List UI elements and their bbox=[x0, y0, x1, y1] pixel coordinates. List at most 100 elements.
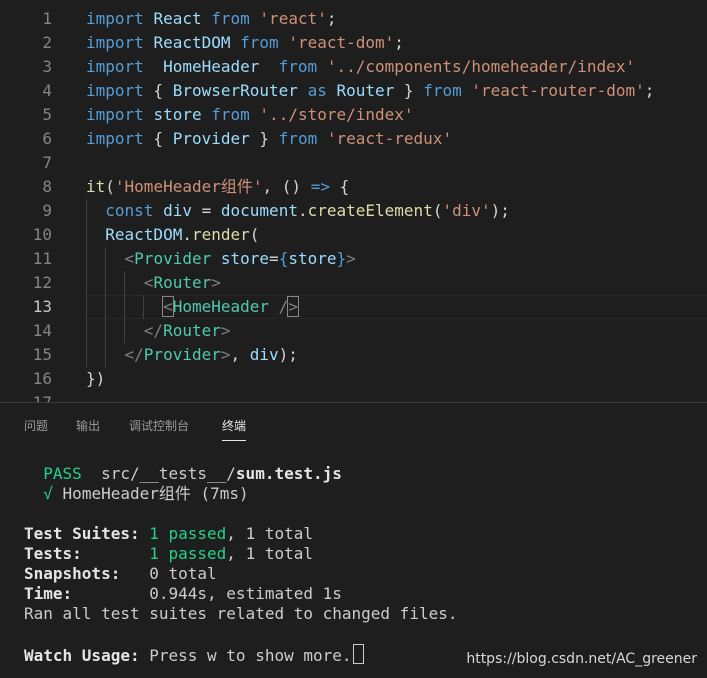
code-text: <Router> bbox=[86, 274, 221, 292]
code-token: render bbox=[191, 225, 250, 244]
code-token: 'react' bbox=[259, 9, 327, 28]
code-editor[interactable]: 1 import React from 'react'; 2 import React… bbox=[0, 0, 707, 402]
pass-badge: PASS bbox=[43, 464, 82, 483]
code-token: = bbox=[269, 249, 279, 268]
terminal-pass-line: PASS src/__tests__/sum.test.js bbox=[24, 464, 342, 484]
code-line[interactable]: 12 <Router> bbox=[0, 271, 707, 295]
code-text: <HomeHeader /> bbox=[86, 296, 299, 317]
suites-label: Test Suites: bbox=[24, 524, 140, 543]
line-number: 16 bbox=[32, 369, 52, 388]
code-token: div bbox=[249, 345, 279, 364]
code-text: </Router> bbox=[86, 322, 231, 340]
code-text: const div = document.createElement('div'… bbox=[86, 202, 510, 220]
indent-guide bbox=[143, 295, 144, 319]
code-token: as bbox=[307, 81, 327, 100]
code-line[interactable]: 2 import ReactDOM from 'react-dom'; bbox=[0, 31, 707, 55]
code-token: Router bbox=[336, 81, 395, 100]
tab-output[interactable]: 输出 bbox=[76, 417, 100, 434]
code-text: import ReactDOM from 'react-dom'; bbox=[86, 34, 404, 52]
terminal-snapshots-line: Snapshots: 0 total bbox=[24, 564, 217, 584]
code-text: </Provider>, div); bbox=[86, 346, 298, 364]
code-token: > bbox=[287, 296, 299, 317]
terminal-test-line: √ HomeHeader组件 (7ms) bbox=[24, 484, 248, 504]
tests-passed: 1 passed bbox=[149, 544, 227, 563]
code-line[interactable]: 16}) bbox=[0, 367, 707, 391]
line-number: 2 bbox=[42, 33, 52, 52]
code-token: from bbox=[240, 33, 279, 52]
code-text: <Provider store={store}> bbox=[86, 250, 356, 268]
code-token: import bbox=[86, 33, 144, 52]
tab-terminal[interactable]: 终端 bbox=[222, 417, 247, 441]
code-token: ; bbox=[326, 9, 337, 28]
code-token: BrowserRouter bbox=[172, 81, 298, 100]
code-line[interactable]: 11 <Provider store={store}> bbox=[0, 247, 707, 271]
terminal-tests-line: Tests: 1 passed, 1 total bbox=[24, 544, 313, 564]
tab-debug-console[interactable]: 调试控制台 bbox=[129, 417, 189, 434]
terminal-watch-line: Watch Usage: Press w to show more. bbox=[24, 644, 364, 666]
line-number: 9 bbox=[42, 201, 52, 220]
terminal-time-line: Time: 0.944s, estimated 1s bbox=[24, 584, 342, 604]
code-text: import { Provider } from 'react-redux' bbox=[86, 130, 452, 148]
code-line[interactable]: 13 <HomeHeader /> bbox=[0, 295, 707, 319]
code-line[interactable]: 14 </Router> bbox=[0, 319, 707, 343]
code-token: HomeHeader bbox=[163, 57, 260, 76]
time-value: 0.944s, estimated 1s bbox=[149, 584, 342, 603]
line-number: 4 bbox=[42, 81, 52, 100]
code-text: import HomeHeader from '../components/ho… bbox=[86, 58, 635, 76]
code-token: ; bbox=[644, 81, 655, 100]
suites-passed: 1 passed bbox=[149, 524, 227, 543]
code-token: from bbox=[278, 57, 318, 76]
code-token: => bbox=[310, 177, 330, 196]
code-line[interactable]: 8 it('HomeHeader组件', () => { bbox=[0, 175, 707, 199]
indent-guide bbox=[86, 199, 87, 367]
code-line[interactable]: 10 ReactDOM.render( bbox=[0, 223, 707, 247]
line-number: 10 bbox=[32, 225, 52, 244]
indent-guide bbox=[124, 271, 125, 343]
code-token: document bbox=[220, 201, 298, 220]
code-token: const bbox=[105, 201, 154, 220]
code-token: } bbox=[336, 249, 347, 268]
terminal-suites-line: Test Suites: 1 passed, 1 total bbox=[24, 524, 313, 544]
suites-total: , 1 total bbox=[226, 524, 313, 543]
code-text: ReactDOM.render( bbox=[86, 226, 259, 244]
code-line[interactable]: 17 bbox=[0, 391, 707, 403]
code-token: > bbox=[220, 321, 231, 340]
code-line[interactable]: 4 import { BrowserRouter as Router } from… bbox=[0, 79, 707, 103]
line-number: 12 bbox=[32, 273, 52, 292]
code-token: 'react-router-dom' bbox=[471, 81, 645, 100]
code-token: it bbox=[86, 177, 106, 196]
code-token: store bbox=[153, 105, 202, 124]
code-token: 'react-dom' bbox=[288, 33, 395, 52]
code-token: React bbox=[153, 9, 202, 28]
watch-value: Press w to show more. bbox=[149, 646, 352, 665]
code-line[interactable]: 1 import React from 'react'; bbox=[0, 7, 707, 31]
code-token: import bbox=[86, 81, 144, 100]
code-line[interactable]: 5 import store from '../store/index' bbox=[0, 103, 707, 127]
code-token: ; bbox=[394, 33, 404, 52]
test-file-name: sum.test.js bbox=[235, 464, 342, 483]
terminal-cursor bbox=[352, 644, 364, 664]
code-token: div bbox=[163, 201, 192, 220]
code-token: } bbox=[249, 129, 279, 148]
code-line[interactable]: 3 import HomeHeader from '../components/h… bbox=[0, 55, 707, 79]
code-line[interactable]: 7 bbox=[0, 151, 707, 175]
code-token: }) bbox=[86, 369, 106, 388]
code-token: </ bbox=[124, 345, 144, 364]
code-line[interactable]: 9 const div = document.createElement('di… bbox=[0, 199, 707, 223]
code-token: { bbox=[143, 81, 173, 100]
code-token: . bbox=[297, 201, 308, 220]
tab-problems[interactable]: 问题 bbox=[24, 417, 48, 434]
line-number: 13 bbox=[32, 297, 52, 316]
code-token: , () bbox=[262, 177, 311, 196]
code-token: Router bbox=[163, 321, 221, 340]
code-line[interactable]: 15 </Provider>, div); bbox=[0, 343, 707, 367]
code-line[interactable]: 6 import { Provider } from 'react-redux' bbox=[0, 127, 707, 151]
